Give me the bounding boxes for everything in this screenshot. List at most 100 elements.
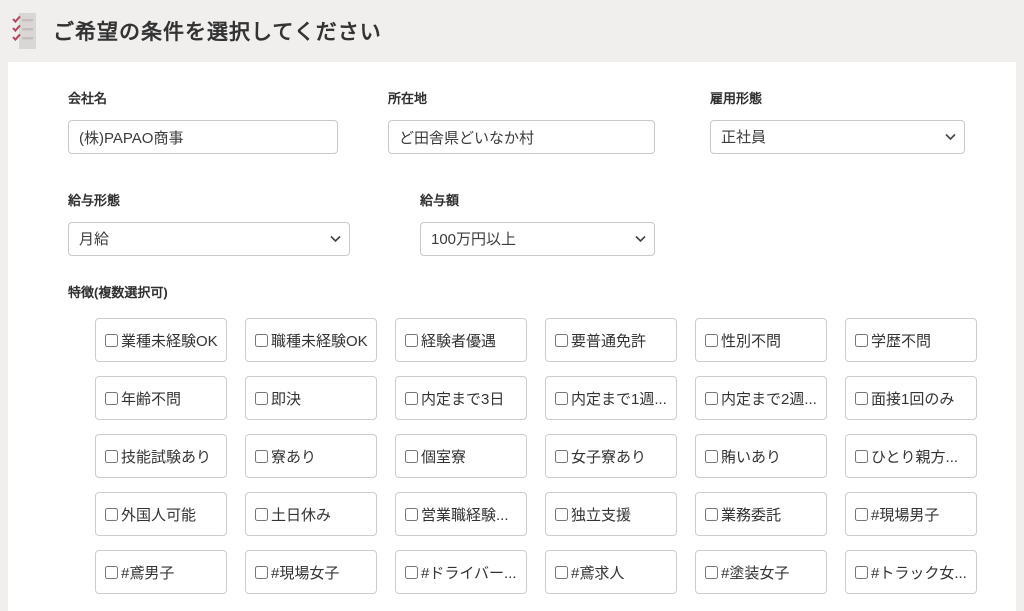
feature-checkbox-item[interactable]: 経験者優遇 bbox=[395, 318, 527, 362]
feature-checkbox-label: 賄いあり bbox=[721, 446, 781, 467]
feature-checkbox-label: 面接1回のみ bbox=[871, 388, 954, 409]
feature-checkbox[interactable] bbox=[705, 392, 718, 405]
feature-checkbox[interactable] bbox=[855, 508, 868, 521]
salary-amount-field-group: 給与額 100万円以上 bbox=[420, 190, 655, 256]
salary-type-label: 給与形態 bbox=[68, 190, 350, 209]
feature-checkbox[interactable] bbox=[405, 334, 418, 347]
feature-checkbox[interactable] bbox=[555, 508, 568, 521]
feature-checkbox[interactable] bbox=[705, 334, 718, 347]
feature-checkbox-label: 外国人可能 bbox=[121, 504, 196, 525]
feature-checkbox[interactable] bbox=[855, 392, 868, 405]
feature-checkbox-item[interactable]: #鳶求人 bbox=[545, 550, 677, 594]
feature-checkbox[interactable] bbox=[255, 508, 268, 521]
feature-checkbox-item[interactable]: #現場女子 bbox=[245, 550, 377, 594]
feature-checkbox-label: 土日休み bbox=[271, 504, 331, 525]
feature-checkbox-label: #鳶男子 bbox=[121, 562, 174, 583]
feature-checkbox-label: 経験者優遇 bbox=[421, 330, 496, 351]
page-header: ご希望の条件を選択してください bbox=[0, 0, 1024, 62]
feature-checkbox[interactable] bbox=[405, 508, 418, 521]
feature-checkbox[interactable] bbox=[255, 566, 268, 579]
feature-checkbox-item[interactable]: #ドライバー... bbox=[395, 550, 527, 594]
feature-checkbox[interactable] bbox=[105, 566, 118, 579]
features-grid: 業種未経験OK 職種未経験OK 経験者優遇 要普通免許 性別不問 bbox=[95, 318, 1016, 594]
feature-checkbox[interactable] bbox=[705, 508, 718, 521]
feature-checkbox[interactable] bbox=[555, 334, 568, 347]
feature-checkbox-label: #塗装女子 bbox=[721, 562, 789, 583]
feature-checkbox-label: 業務委託 bbox=[721, 504, 781, 525]
feature-checkbox-item[interactable]: 内定まで3日 bbox=[395, 376, 527, 420]
feature-checkbox[interactable] bbox=[405, 450, 418, 463]
feature-checkbox-item[interactable]: 業種未経験OK bbox=[95, 318, 227, 362]
employment-type-select[interactable]: 正社員 bbox=[710, 120, 965, 154]
feature-checkbox-label: 独立支援 bbox=[571, 504, 631, 525]
feature-checkbox-label: 業種未経験OK bbox=[121, 330, 218, 351]
location-field-group: 所在地 bbox=[388, 88, 655, 154]
feature-checkbox[interactable] bbox=[255, 392, 268, 405]
feature-checkbox-label: 即決 bbox=[271, 388, 301, 409]
feature-checkbox-item[interactable]: 要普通免許 bbox=[545, 318, 677, 362]
feature-checkbox-label: #現場女子 bbox=[271, 562, 339, 583]
feature-checkbox[interactable] bbox=[105, 334, 118, 347]
feature-checkbox[interactable] bbox=[855, 450, 868, 463]
page-title: ご希望の条件を選択してください bbox=[53, 16, 382, 46]
salary-amount-select[interactable]: 100万円以上 bbox=[420, 222, 655, 256]
feature-checkbox-item[interactable]: 寮あり bbox=[245, 434, 377, 478]
feature-checkbox[interactable] bbox=[855, 566, 868, 579]
feature-checkbox-item[interactable]: ひとり親方... bbox=[845, 434, 977, 478]
feature-checkbox-label: #トラック女... bbox=[871, 562, 967, 583]
feature-checkbox-item[interactable]: 性別不問 bbox=[695, 318, 827, 362]
feature-checkbox-item[interactable]: 独立支援 bbox=[545, 492, 677, 536]
location-input[interactable] bbox=[388, 120, 655, 154]
salary-type-select[interactable]: 月給 bbox=[68, 222, 350, 256]
feature-checkbox-item[interactable]: 賄いあり bbox=[695, 434, 827, 478]
feature-checkbox-item[interactable]: #トラック女... bbox=[845, 550, 977, 594]
feature-checkbox-label: 内定まで1週... bbox=[571, 388, 667, 409]
feature-checkbox-item[interactable]: 面接1回のみ bbox=[845, 376, 977, 420]
feature-checkbox-label: #ドライバー... bbox=[421, 562, 517, 583]
employment-type-field-group: 雇用形態 正社員 bbox=[710, 88, 965, 154]
feature-checkbox-item[interactable]: 業務委託 bbox=[695, 492, 827, 536]
feature-checkbox[interactable] bbox=[555, 450, 568, 463]
feature-checkbox-item[interactable]: #鳶男子 bbox=[95, 550, 227, 594]
form-row-2: 給与形態 月給 給与額 100万円以上 bbox=[68, 190, 1016, 256]
feature-checkbox[interactable] bbox=[105, 508, 118, 521]
checklist-icon bbox=[12, 11, 39, 51]
feature-checkbox-label: 内定まで2週... bbox=[721, 388, 817, 409]
feature-checkbox-item[interactable]: 個室寮 bbox=[395, 434, 527, 478]
feature-checkbox-item[interactable]: 営業職経験... bbox=[395, 492, 527, 536]
feature-checkbox-item[interactable]: 外国人可能 bbox=[95, 492, 227, 536]
feature-checkbox[interactable] bbox=[705, 566, 718, 579]
feature-checkbox[interactable] bbox=[405, 392, 418, 405]
feature-checkbox-item[interactable]: 学歴不問 bbox=[845, 318, 977, 362]
feature-checkbox[interactable] bbox=[705, 450, 718, 463]
feature-checkbox-item[interactable]: 即決 bbox=[245, 376, 377, 420]
form-row-1: 会社名 所在地 雇用形態 正社員 bbox=[68, 88, 1016, 154]
feature-checkbox[interactable] bbox=[405, 566, 418, 579]
feature-checkbox[interactable] bbox=[555, 566, 568, 579]
feature-checkbox-label: 寮あり bbox=[271, 446, 316, 467]
feature-checkbox-item[interactable]: 女子寮あり bbox=[545, 434, 677, 478]
feature-checkbox-item[interactable]: #現場男子 bbox=[845, 492, 977, 536]
conditions-panel: 会社名 所在地 雇用形態 正社員 給与形態 月給 bbox=[8, 62, 1016, 611]
feature-checkbox[interactable] bbox=[255, 334, 268, 347]
feature-checkbox-item[interactable]: 土日休み bbox=[245, 492, 377, 536]
feature-checkbox-label: 要普通免許 bbox=[571, 330, 646, 351]
feature-checkbox-item[interactable]: 技能試験あり bbox=[95, 434, 227, 478]
feature-checkbox-label: #鳶求人 bbox=[571, 562, 624, 583]
feature-checkbox[interactable] bbox=[255, 450, 268, 463]
feature-checkbox[interactable] bbox=[855, 334, 868, 347]
feature-checkbox-item[interactable]: 年齢不問 bbox=[95, 376, 227, 420]
feature-checkbox-label: 個室寮 bbox=[421, 446, 466, 467]
feature-checkbox-item[interactable]: 内定まで2週... bbox=[695, 376, 827, 420]
feature-checkbox[interactable] bbox=[105, 392, 118, 405]
feature-checkbox[interactable] bbox=[105, 450, 118, 463]
feature-checkbox-label: 年齢不問 bbox=[121, 388, 181, 409]
feature-checkbox-item[interactable]: #塗装女子 bbox=[695, 550, 827, 594]
company-input[interactable] bbox=[68, 120, 338, 154]
employment-type-label: 雇用形態 bbox=[710, 88, 965, 107]
feature-checkbox[interactable] bbox=[555, 392, 568, 405]
feature-checkbox-label: #現場男子 bbox=[871, 504, 939, 525]
feature-checkbox-item[interactable]: 職種未経験OK bbox=[245, 318, 377, 362]
feature-checkbox-item[interactable]: 内定まで1週... bbox=[545, 376, 677, 420]
feature-checkbox-label: 営業職経験... bbox=[421, 504, 509, 525]
